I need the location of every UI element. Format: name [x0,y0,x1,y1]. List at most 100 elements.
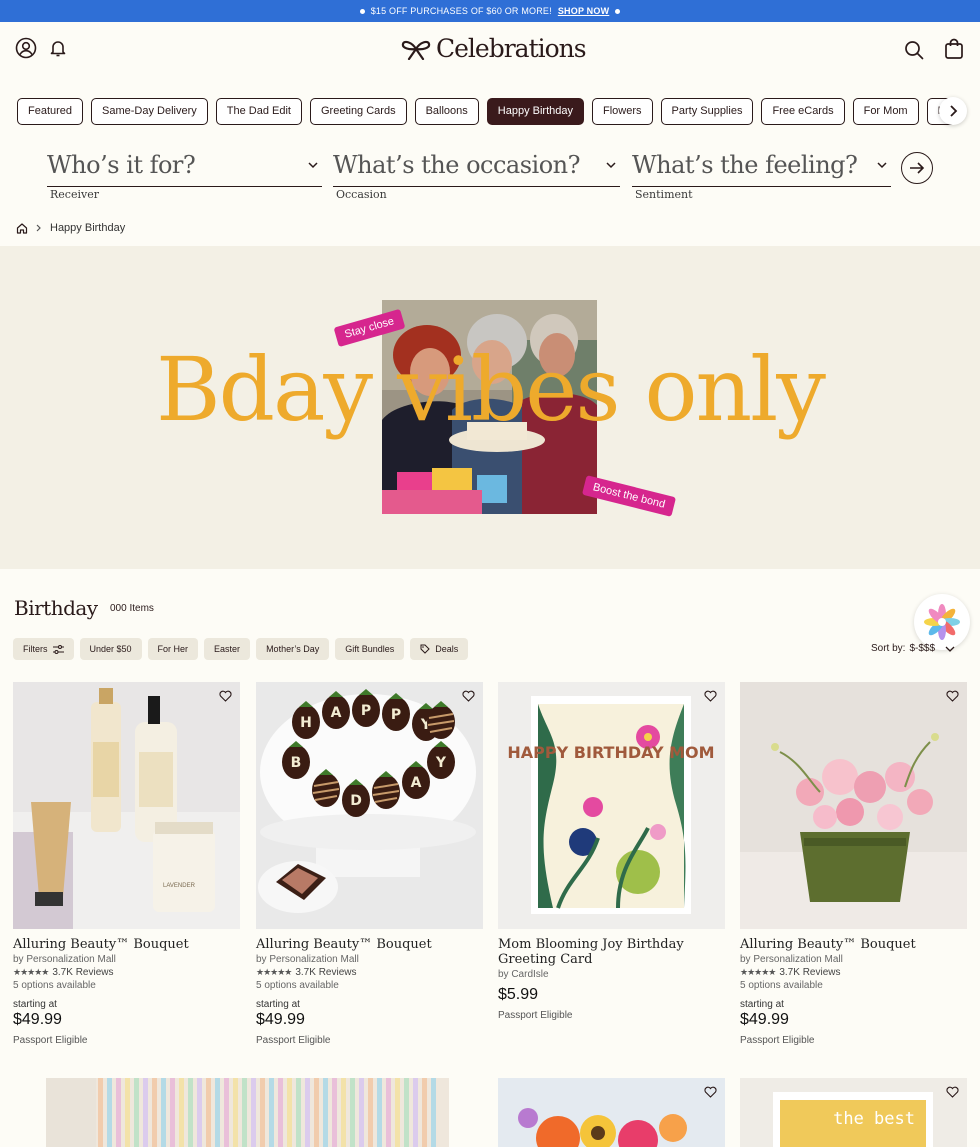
category-chip[interactable]: Party Supplies [660,98,754,125]
review-count: 3.7K Reviews [779,967,841,978]
product-image[interactable]: LAVENDER [13,682,240,929]
receiver-placeholder: Who’s it for? [47,151,196,179]
shop-now-link[interactable]: SHOP NOW [558,6,609,16]
passport-badge: Passport Eligible [13,1035,88,1046]
filter-chip[interactable]: Mother’s Day [256,638,330,660]
product-price: $49.99 [13,1011,62,1028]
hero-banner[interactable]: Bday vibes only Stay close Boost the bon… [0,246,980,569]
sort-value: $-$$$ [909,643,936,654]
category-chip[interactable]: Featured [17,98,84,125]
product-card[interactable]: Alluring Beauty™ Bouquet by Personalizat… [740,682,967,1046]
receiver-label: Receiver [50,188,99,201]
heart-icon[interactable] [704,690,717,702]
site-header: Celebrations [0,22,980,78]
strawberry-letter: A [331,705,342,721]
category-chip[interactable]: Flowers [592,98,653,125]
product-seller: by Personalization Mall [740,954,843,965]
sentiment-placeholder: What’s the feeling? [632,151,858,179]
starting-at: starting at [740,999,784,1010]
stars-icon: ★★★★★ [256,967,292,977]
product-seller: by Personalization Mall [13,954,116,965]
chevron-down-icon [606,162,616,169]
heart-icon[interactable] [704,1086,717,1098]
category-chip[interactable]: The Dad Edit [215,98,302,125]
filters-button[interactable]: Filters [13,638,74,660]
breadcrumb: Happy Birthday [16,222,125,234]
starting-at: starting at [256,999,300,1010]
flower-burst-icon [924,604,960,640]
strawberry-letter: H [300,715,312,731]
product-card[interactable]: HAPPYBDAY Alluring Beauty™ Bouquet by Pe… [256,682,483,1046]
heart-icon[interactable] [946,1086,959,1098]
filter-chip[interactable]: Gift Bundles [335,638,405,660]
product-title[interactable]: Alluring Beauty™ Bouquet [13,937,240,952]
bell-icon[interactable] [46,36,70,60]
sort-select[interactable]: Sort by: $-$$$ [871,643,955,654]
card-art-text: HAPPY BIRTHDAY MOM [507,743,714,762]
hero-title: Bday vibes only [155,338,826,441]
search-icon[interactable] [902,38,926,62]
card-art-text: the best [833,1109,915,1129]
product-title[interactable]: Mom Blooming Joy Birthday Greeting Card [498,937,725,967]
listing-title: Birthday [14,596,98,620]
strawberry-letter: Y [435,755,447,771]
sort-label: Sort by: [871,643,906,654]
product-image[interactable] [740,682,967,929]
product-price: $5.99 [498,986,539,1003]
product-seller: by CardIsle [498,969,549,980]
sliders-icon [52,644,64,654]
heart-icon[interactable] [219,690,232,702]
bag-icon[interactable] [942,37,966,61]
product-image[interactable] [498,1078,725,1147]
chevron-down-icon [877,162,887,169]
dot-icon [359,8,365,14]
category-chip[interactable]: Same-Day Delivery [91,98,208,125]
receiver-select[interactable]: Who’s it for? [47,147,322,187]
product-options: 5 options available [740,980,823,991]
product-rating: ★★★★★ 3.7K Reviews [740,967,967,978]
filter-chip[interactable]: Easter [204,638,251,660]
strawberry-letter: A [411,775,422,791]
deals-filter-chip[interactable]: Deals [410,638,469,660]
product-card[interactable]: HAPPY BIRTHDAY MOM Mom Blooming Joy Birt… [498,682,725,1021]
home-icon[interactable] [16,222,28,234]
category-chip[interactable]: Balloons [414,98,479,125]
product-options: 5 options available [256,980,339,991]
product-price: $49.99 [256,1011,305,1028]
product-rating: ★★★★★ 3.7K Reviews [256,967,483,978]
bow-icon [401,40,431,60]
promo-tile-image[interactable] [46,1078,449,1147]
product-image[interactable]: HAPPY BIRTHDAY MOM [498,682,725,929]
filter-chip[interactable]: For Her [147,638,199,660]
assistant-button[interactable] [914,594,970,650]
product-title[interactable]: Alluring Beauty™ Bouquet [740,937,967,952]
strawberry-letter: P [391,707,401,723]
chevron-right-icon[interactable] [939,97,967,125]
heart-icon[interactable] [946,690,959,702]
chevron-down-icon [945,646,955,652]
product-card[interactable]: LAVENDER Alluring Beauty™ Bouquet by Per… [13,682,240,1046]
occasion-label: Occasion [336,188,387,201]
heart-icon[interactable] [462,690,475,702]
review-count: 3.7K Reviews [295,967,357,978]
account-icon[interactable] [14,36,38,60]
occasion-select[interactable]: What’s the occasion? [333,147,620,187]
find-gift-button[interactable] [901,152,933,184]
deals-label: Deals [435,644,459,654]
category-chip[interactable]: Free eCards [761,98,845,125]
filter-chip[interactable]: Under $50 [79,638,142,660]
dot-icon [615,8,621,14]
product-options: 5 options available [13,980,96,991]
sentiment-select[interactable]: What’s the feeling? [632,147,891,187]
category-chip[interactable]: Greeting Cards [309,98,407,125]
brand-logo[interactable]: Celebrations [400,34,587,63]
product-image[interactable]: the best [740,1078,967,1147]
item-count: 000 Items [110,603,154,614]
product-image[interactable]: HAPPYBDAY [256,682,483,929]
product-title[interactable]: Alluring Beauty™ Bouquet [256,937,483,952]
passport-badge: Passport Eligible [740,1035,815,1046]
category-chip[interactable]: For Mom [852,98,919,125]
card-art-line: HAPPY BIRTHDAY MOM [507,743,714,762]
category-chip-active[interactable]: Happy Birthday [486,98,584,125]
product-seller: by Personalization Mall [256,954,359,965]
